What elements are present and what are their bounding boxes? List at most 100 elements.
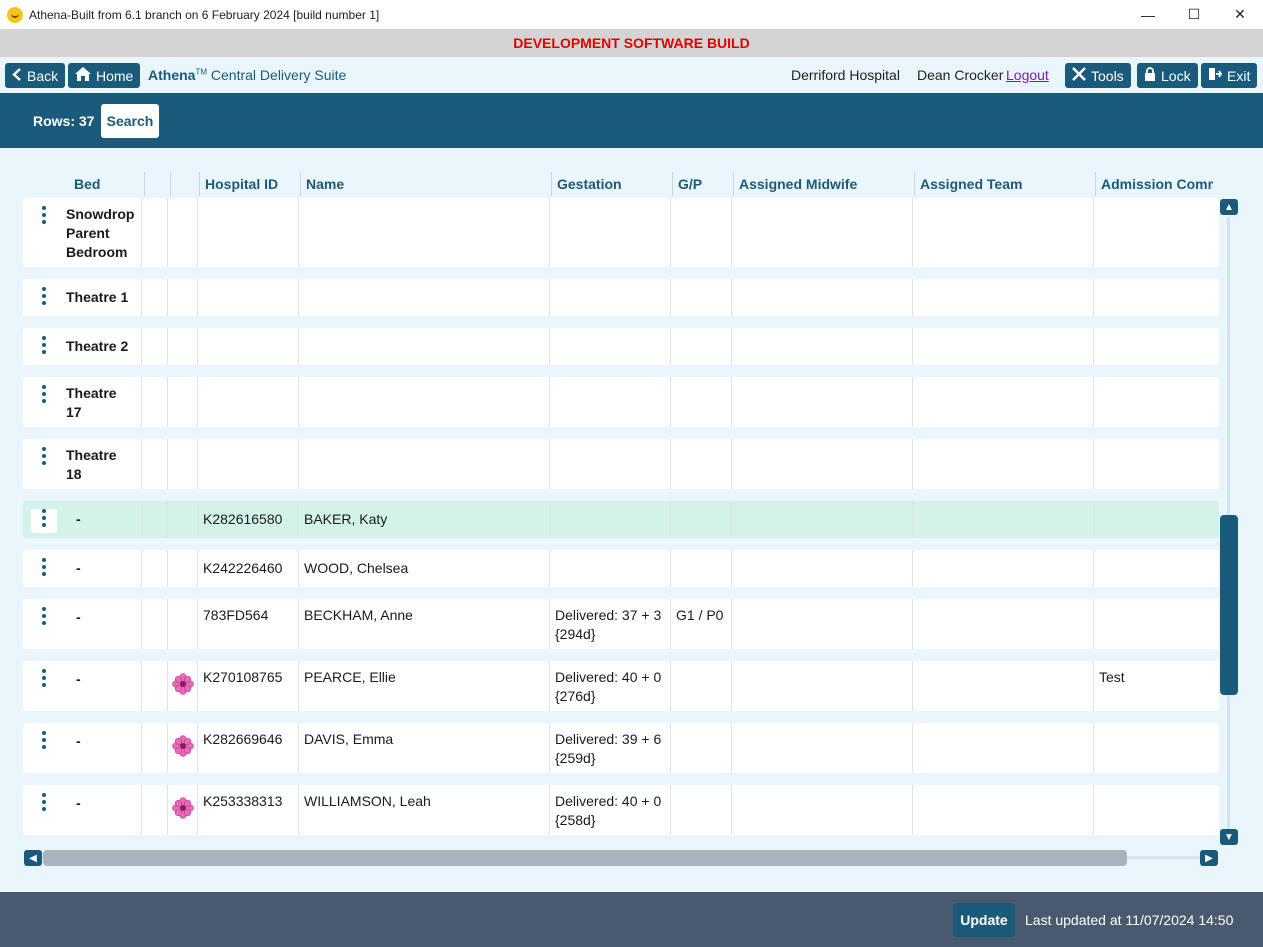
name-text: BECKHAM, Anne — [304, 607, 413, 623]
bed-label: - — [76, 560, 81, 576]
table-header: Bed Hospital ID Name Gestation G/P Assig… — [23, 172, 1219, 196]
scroll-up-icon[interactable]: ▲ — [1220, 199, 1238, 215]
gestation-days: {294d} — [555, 626, 596, 642]
search-button[interactable]: Search — [101, 104, 159, 138]
name-cell — [298, 198, 549, 267]
table-row[interactable]: Theatre 18 — [23, 439, 1219, 489]
home-label: Home — [96, 67, 134, 84]
kebab-menu-icon[interactable] — [31, 447, 57, 471]
vertical-scroll-thumb[interactable] — [1220, 515, 1238, 695]
table-row[interactable]: - K282616580 BAKER, Katy — [23, 501, 1219, 538]
gestation-days: {259d} — [555, 750, 596, 766]
hospital-id-text: K270108765 — [203, 669, 283, 685]
home-icon — [75, 67, 91, 84]
kebab-menu-icon[interactable] — [31, 793, 57, 817]
team-cell — [912, 550, 1093, 587]
toolbar-band: Rows: 37 Search — [0, 93, 1263, 148]
table-row[interactable]: - 783FD564 BECKHAM, Anne Delivered: 37 + 3 {… — [23, 599, 1219, 649]
exit-label: Exit — [1227, 67, 1251, 84]
exit-icon — [1208, 67, 1223, 84]
bed-cell: Theatre 1 — [61, 279, 141, 316]
bed-cell: Theatre 18 — [61, 439, 141, 489]
kebab-menu-icon[interactable] — [31, 509, 57, 533]
scroll-right-icon[interactable]: ▶ — [1200, 850, 1218, 866]
back-button[interactable]: Back — [5, 63, 66, 88]
table-row[interactable]: Theatre 1 — [23, 279, 1219, 316]
midwife-cell — [731, 198, 912, 267]
bed-label: - — [76, 671, 81, 687]
hospital-id-cell — [197, 198, 298, 267]
lock-button[interactable]: Lock — [1137, 63, 1198, 88]
tools-button[interactable]: Tools — [1065, 63, 1131, 88]
brand-tm: TM — [195, 67, 208, 77]
column-header-blank-1[interactable] — [144, 172, 170, 196]
column-header-gp[interactable]: G/P — [672, 172, 733, 196]
kebab-menu-icon[interactable] — [31, 731, 57, 755]
kebab-menu-icon[interactable] — [31, 336, 57, 360]
table-row[interactable]: Snowdrop Parent Bedroom — [23, 198, 1219, 267]
bed-label: - — [76, 795, 81, 811]
column-header-assigned-team[interactable]: Assigned Team — [914, 172, 1095, 196]
column-header-blank-2[interactable] — [170, 172, 199, 196]
column-header-assigned-midwife[interactable]: Assigned Midwife — [733, 172, 914, 196]
column-header-bed[interactable]: Bed — [69, 172, 144, 196]
comment-cell — [1093, 599, 1219, 649]
comment-cell — [1093, 550, 1219, 587]
gp-cell — [670, 723, 731, 773]
minimize-button[interactable]: — — [1125, 0, 1171, 29]
flag-cell — [167, 550, 197, 587]
app-logo-icon — [7, 6, 23, 23]
home-button[interactable]: Home — [68, 63, 141, 88]
flag-cell — [167, 198, 197, 267]
kebab-menu-icon[interactable] — [31, 607, 57, 631]
hospital-id-text: K282669646 — [203, 731, 283, 747]
horizontal-scrollbar[interactable]: ◀ ▶ — [24, 850, 1218, 866]
comment-cell — [1093, 328, 1219, 365]
table-row[interactable]: Theatre 2 — [23, 328, 1219, 365]
column-header-gestation[interactable]: Gestation — [551, 172, 672, 196]
column-header-name[interactable]: Name — [300, 172, 551, 196]
table-row[interactable]: - K270108765 PEARCE, Ellie Delivered: 40 + … — [23, 661, 1219, 711]
exit-button[interactable]: Exit — [1201, 63, 1258, 88]
team-cell — [912, 279, 1093, 316]
midwife-cell — [731, 599, 912, 649]
column-header-admission-comment[interactable]: Admission Comm — [1095, 172, 1213, 196]
kebab-menu-icon[interactable] — [31, 206, 57, 230]
flag-cell — [167, 599, 197, 649]
blank-cell-1 — [141, 550, 167, 587]
name-cell: PEARCE, Ellie — [298, 661, 549, 711]
scroll-down-icon[interactable]: ▼ — [1220, 829, 1238, 845]
gestation-cell — [549, 328, 670, 365]
window-controls: — ☐ ✕ — [1125, 0, 1263, 29]
name-cell: BAKER, Katy — [298, 501, 549, 538]
table-row[interactable]: - K282669646 DAVIS, Emma Delivered: 39 + 6 {… — [23, 723, 1219, 773]
bed-cell: Theatre 2 — [61, 328, 141, 365]
top-nav: Back Home AthenaTM Central Delivery Suit… — [0, 57, 1263, 93]
logout-link[interactable]: Logout — [1006, 67, 1049, 83]
kebab-menu-icon[interactable] — [31, 287, 57, 311]
kebab-menu-icon[interactable] — [31, 669, 57, 693]
patient-table: Snowdrop Parent Bedroom Theatre 1 Theatre … — [23, 198, 1219, 840]
table-row[interactable]: Theatre 17 — [23, 377, 1219, 427]
lock-label: Lock — [1161, 67, 1191, 84]
flag-cell — [167, 377, 197, 427]
kebab-menu-icon[interactable] — [31, 558, 57, 582]
tools-icon — [1072, 67, 1086, 84]
flag-cell — [167, 723, 197, 773]
column-header-hospital-id[interactable]: Hospital ID — [199, 172, 300, 196]
flag-cell — [167, 501, 197, 538]
bed-label: Snowdrop Parent Bedroom — [66, 206, 135, 260]
row-count: Rows: 37 — [33, 113, 95, 129]
kebab-menu-icon[interactable] — [31, 385, 57, 409]
vertical-scrollbar[interactable]: ▲ ▼ — [1220, 199, 1238, 847]
scroll-left-icon[interactable]: ◀ — [24, 850, 42, 866]
maximize-button[interactable]: ☐ — [1171, 0, 1217, 29]
table-row[interactable]: - K242226460 WOOD, Chelsea — [23, 550, 1219, 587]
close-button[interactable]: ✕ — [1217, 0, 1263, 29]
gp-cell — [670, 377, 731, 427]
horizontal-scroll-thumb[interactable] — [43, 850, 1127, 866]
gestation-cell — [549, 439, 670, 489]
table-row[interactable]: - K253338313 WILLIAMSON, Leah Delivered: 40… — [23, 785, 1219, 835]
update-button[interactable]: Update — [953, 903, 1015, 937]
team-cell — [912, 723, 1093, 773]
